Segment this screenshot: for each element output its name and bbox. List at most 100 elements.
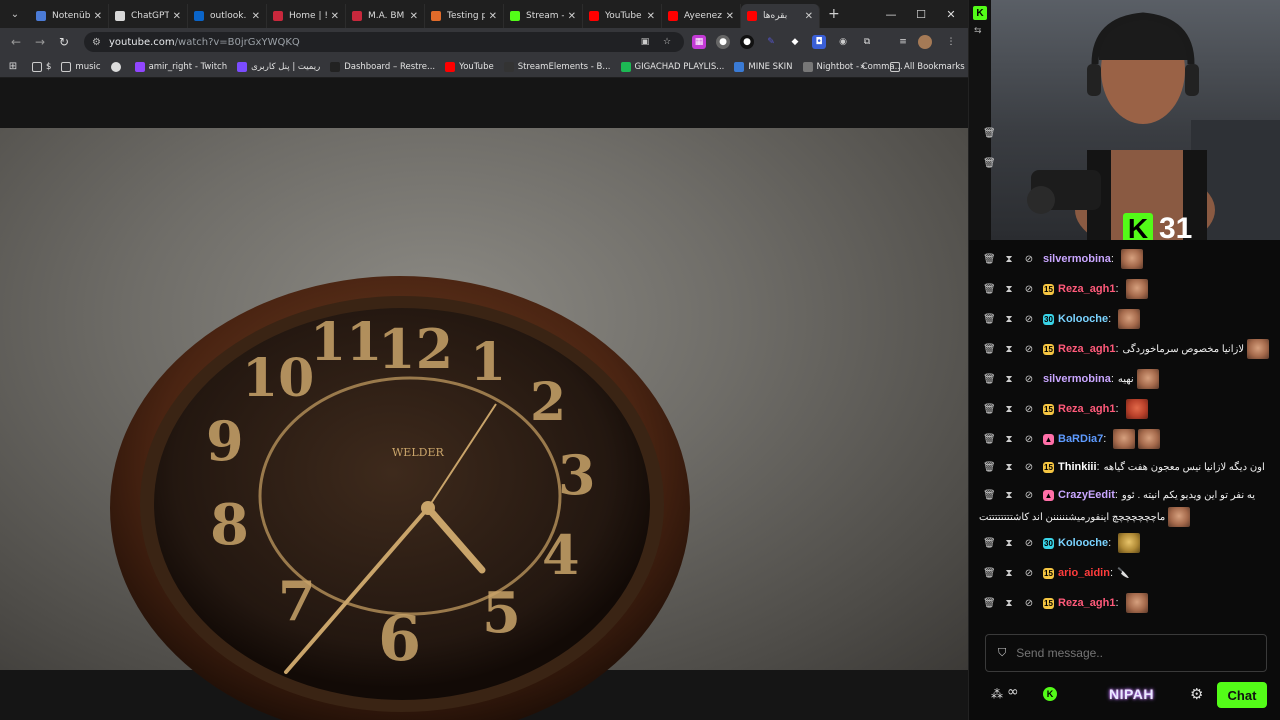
delete-message-icon[interactable]: 🗑 [983,490,996,501]
delete-message-icon[interactable]: 🗑 [983,568,996,579]
trash-icon[interactable]: 🗑 [983,128,996,139]
browser-tab[interactable]: بقره‌ها ✕ [741,4,820,28]
ban-user-icon[interactable]: ⊘ [1023,462,1035,473]
ban-user-icon[interactable]: ⊘ [1023,598,1035,609]
delete-message-icon[interactable]: 🗑 [983,314,996,325]
cast-icon[interactable]: ▣ [638,35,652,49]
bookmark-item[interactable]: GIGACHAD PLAYLIS... [620,61,724,72]
tab-close-icon[interactable]: ✕ [410,11,418,22]
bookmark-item[interactable]: $ [32,61,51,72]
ban-user-icon[interactable]: ⊘ [1023,374,1035,385]
timeout-user-icon[interactable]: ⧗ [1003,314,1015,325]
kick-logo-icon[interactable]: K [973,6,987,20]
bookmark-item[interactable]: music [61,61,101,72]
delete-message-icon[interactable]: 🗑 [983,254,996,265]
close-window-icon[interactable]: ✕ [936,0,966,28]
minimize-icon[interactable]: — [876,0,906,28]
tab-close-icon[interactable]: ✕ [726,11,734,22]
tab-close-icon[interactable]: ✕ [94,11,102,22]
extension-icon-3[interactable]: ● [740,35,754,49]
timeout-user-icon[interactable]: ⧗ [1003,538,1015,549]
bookmark-item[interactable]: amir_right - Twitch [134,61,227,72]
browser-tab[interactable]: ChatGPT ✕ [109,4,188,28]
bookmark-item[interactable]: MINE SKIN [734,61,793,72]
browser-tab[interactable]: Testing p ✕ [425,4,504,28]
chat-username[interactable]: Reza_agh1 [1058,403,1115,415]
chat-send-button[interactable]: Chat [1217,682,1267,708]
emote-image[interactable] [1125,593,1148,613]
delete-message-icon[interactable]: 🗑 [983,538,996,549]
ban-user-icon[interactable]: ⊘ [1023,284,1035,295]
timeout-user-icon[interactable]: ⧗ [1003,568,1015,579]
chat-username[interactable]: Thinkiii [1058,461,1097,473]
users-icon[interactable]: ⁂ [991,687,1003,701]
ban-user-icon[interactable]: ⊘ [1023,538,1035,549]
browser-tab[interactable]: M.A. BM ✕ [346,4,425,28]
maximize-icon[interactable]: ☐ [906,0,936,28]
timeout-user-icon[interactable]: ⧗ [1003,374,1015,385]
bookmark-item[interactable]: ریمیت | پنل کاربری [237,61,320,72]
chat-username[interactable]: Kolooche [1058,537,1108,549]
delete-message-icon[interactable]: 🗑 [983,598,996,609]
back-arrow-icon[interactable]: ← [8,34,24,50]
chat-username[interactable]: BaRDia7 [1058,433,1103,445]
ban-user-icon[interactable]: ⊘ [1023,568,1035,579]
emote-image[interactable] [1118,533,1141,553]
timeout-user-icon[interactable]: ⧗ [1003,490,1015,501]
side-panel-icon[interactable]: ≡ [896,35,910,49]
profile-avatar[interactable] [918,35,932,49]
chat-username[interactable]: silvermobina [1043,253,1111,265]
tab-close-icon[interactable]: ✕ [252,11,260,22]
emote-image[interactable] [1136,369,1159,389]
timeout-user-icon[interactable]: ⧗ [1003,404,1015,415]
delete-message-icon[interactable]: 🗑 [983,284,996,295]
timeout-user-icon[interactable]: ⧗ [1003,254,1015,265]
bookmarks-overflow-icon[interactable]: » [860,62,865,72]
menu-kebab-icon[interactable]: ⋮ [944,35,958,49]
all-bookmarks-button[interactable]: All Bookmarks [890,61,965,72]
send-message-box[interactable]: ⛉ [985,634,1267,672]
delete-message-icon[interactable]: 🗑 [983,462,996,473]
forward-arrow-icon[interactable]: → [32,34,48,50]
timeout-user-icon[interactable]: ⧗ [1003,598,1015,609]
tab-close-icon[interactable]: ✕ [647,11,655,22]
ban-user-icon[interactable]: ⊘ [1023,344,1035,355]
emote-image[interactable] [1168,507,1191,527]
bookmark-item[interactable] [110,61,125,72]
ban-user-icon[interactable]: ⊘ [1023,434,1035,445]
shield-icon[interactable]: ⛉ [998,646,1006,660]
nipah-logo[interactable]: NIPAH [1109,686,1154,702]
ban-user-icon[interactable]: ⊘ [1023,254,1035,265]
bookmark-star-icon[interactable]: ☆ [660,35,674,49]
bookmark-item[interactable]: Nightbot - Comma... [802,61,903,72]
browser-tab[interactable]: Ayeenez ✕ [662,4,741,28]
new-tab-button[interactable]: + [828,6,840,22]
ban-user-icon[interactable]: ⊘ [1023,314,1035,325]
trash-icon[interactable]: 🗑 [983,158,996,169]
reload-icon[interactable]: ↻ [56,34,72,50]
extension-icon-1[interactable]: ▦ [692,35,706,49]
delete-message-icon[interactable]: 🗑 [983,404,996,415]
kick-emote-icon[interactable]: K [1043,687,1057,701]
emote-image[interactable] [1120,249,1143,269]
bookmark-item[interactable]: StreamElements - B... [503,61,611,72]
bookmark-item[interactable]: YouTube [445,61,494,72]
delete-message-icon[interactable]: 🗑 [983,374,996,385]
browser-tab[interactable]: Stream - ✕ [504,4,583,28]
chat-username[interactable]: Reza_agh1 [1058,597,1115,609]
extension-icon-2[interactable]: ● [716,35,730,49]
emote-image[interactable] [1118,309,1141,329]
panel-toggle-icon[interactable]: ⇆ [974,26,982,36]
timeout-user-icon[interactable]: ⧗ [1003,284,1015,295]
extension-icon-4[interactable]: ✎ [764,35,778,49]
browser-tab[interactable]: Notenüb ✕ [30,4,109,28]
send-message-input[interactable] [1016,646,1237,660]
emote-image[interactable] [1113,429,1136,449]
browser-tab[interactable]: outlook. ✕ [188,4,267,28]
bookmark-item[interactable]: Dashboard – Restre... [330,61,435,72]
emote-image[interactable] [1138,429,1161,449]
tab-close-icon[interactable]: ✕ [489,11,497,22]
chat-username[interactable]: CrazyEedit [1058,489,1115,501]
browser-tab[interactable]: YouTube ✕ [583,4,662,28]
chat-username[interactable]: ario_aidin [1058,567,1110,579]
